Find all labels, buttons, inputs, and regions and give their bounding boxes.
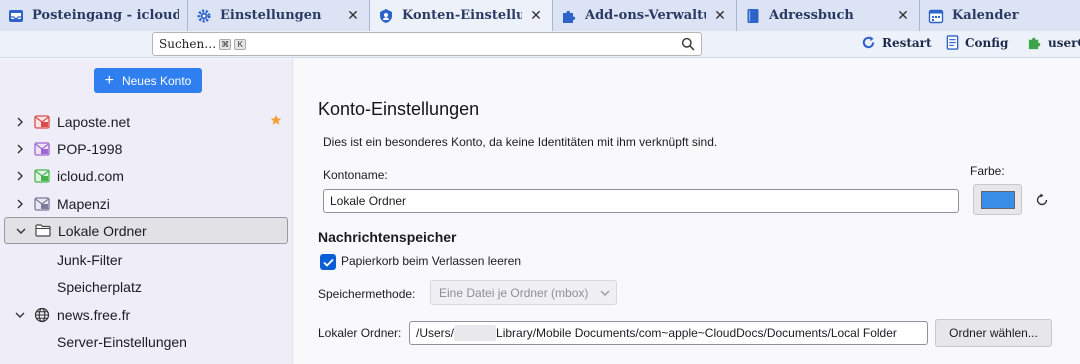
account-settings-panel: Konto-Einstellungen Dies ist ein besonde… — [294, 59, 1080, 364]
mail-account-icon — [34, 141, 50, 157]
folder-icon — [35, 223, 51, 239]
storage-method-value: Eine Datei je Ordner (mbox) — [439, 285, 589, 300]
chevron-right-icon[interactable] — [12, 114, 28, 130]
storage-method-select[interactable]: Eine Datei je Ordner (mbox) — [430, 280, 617, 305]
chevron-down-icon — [600, 287, 610, 301]
chevron-down-icon[interactable] — [13, 223, 29, 239]
choose-folder-label: Ordner wählen... — [949, 326, 1038, 340]
tab-bar: Posteingang - icloud.com Einstellungen ✕… — [0, 0, 1080, 31]
restart-label: Restart — [882, 35, 932, 50]
mail-account-icon — [34, 168, 50, 184]
inbox-icon — [8, 8, 24, 24]
new-account-label: Neues Konto — [121, 73, 192, 88]
userchrome-label: userCh — [1048, 35, 1080, 50]
restart-button[interactable]: Restart — [861, 35, 932, 50]
empty-trash-checkbox[interactable] — [320, 254, 336, 270]
account-sidebar: + Neues Konto Laposte.net POP-1998 iclou… — [0, 59, 293, 364]
search-placeholder: Suchen… — [159, 37, 217, 51]
tab-calendar[interactable]: Kalender — [920, 0, 1080, 31]
tab-label: Kalender — [952, 8, 1019, 23]
tab-addons[interactable]: Add-ons-Verwaltung ✕ — [553, 0, 737, 31]
shortcut-key: K — [234, 38, 247, 50]
account-label: Mapenzi — [57, 195, 110, 212]
account-name-field[interactable]: Lokale Ordner — [323, 189, 959, 213]
search-input[interactable]: Suchen… ⌘ K — [152, 32, 702, 56]
config-label: Config — [965, 35, 1009, 50]
account-label: Lokale Ordner — [58, 222, 147, 239]
sidebar-item-speicherplatz[interactable]: Speicherplatz — [57, 273, 142, 300]
tab-settings[interactable]: Einstellungen ✕ — [188, 0, 370, 31]
sidebar-item-server-einstellungen[interactable]: Server-Einstellungen — [57, 328, 187, 355]
account-label: Laposte.net — [57, 113, 131, 130]
account-item-lokale-ordner[interactable]: Lokale Ordner — [4, 217, 288, 244]
reset-color-icon[interactable] — [1035, 193, 1049, 210]
config-button[interactable]: Config — [946, 35, 1008, 50]
mail-account-icon — [34, 196, 50, 212]
tab-inbox[interactable]: Posteingang - icloud.com — [0, 0, 188, 31]
tab-address-book[interactable]: Adressbuch ✕ — [737, 0, 920, 31]
tab-label: Add-ons-Verwaltung — [585, 8, 706, 23]
local-folder-field[interactable]: /Users/ Library/Mobile Documents/com~app… — [409, 321, 928, 345]
tab-account-settings[interactable]: Konten-Einstellungen ✕ — [370, 0, 553, 31]
gear-icon — [196, 8, 212, 24]
chevron-down-icon[interactable] — [12, 307, 28, 323]
sidebar-item-label: Server-Einstellungen — [57, 333, 187, 350]
restart-icon — [862, 36, 875, 49]
chevron-right-icon[interactable] — [12, 141, 28, 157]
account-name-label: Kontoname: — [323, 168, 388, 182]
close-icon[interactable]: ✕ — [895, 7, 911, 23]
tab-label: Konten-Einstellungen — [402, 8, 522, 23]
local-folder-prefix: /Users/ — [416, 326, 455, 340]
close-icon[interactable]: ✕ — [712, 7, 728, 23]
storage-method-label: Speichermethode: — [318, 287, 416, 301]
plus-icon: + — [104, 71, 114, 89]
account-item-icloud[interactable]: icloud.com — [4, 162, 288, 189]
search-icon[interactable] — [681, 37, 695, 54]
page-title: Konto-Einstellungen — [318, 99, 480, 119]
sidebar-item-label: Speicherplatz — [57, 278, 142, 295]
sidebar-item-label: Junk-Filter — [57, 251, 123, 268]
local-folder-suffix: Library/Mobile Documents/com~apple~Cloud… — [496, 326, 897, 340]
section-heading-storage: Nachrichtenspeicher — [318, 229, 457, 245]
account-label: icloud.com — [57, 167, 124, 184]
account-item-news-free[interactable]: news.free.fr — [4, 301, 288, 328]
globe-icon — [34, 307, 50, 323]
chevron-right-icon[interactable] — [12, 168, 28, 184]
address-book-icon — [745, 8, 761, 24]
color-label: Farbe: — [970, 164, 1005, 178]
redacted-username — [454, 325, 497, 341]
account-settings-icon — [378, 8, 394, 24]
empty-trash-label: Papierkorb beim Verlassen leeren — [341, 254, 522, 268]
tab-label: Posteingang - icloud.com — [32, 8, 179, 23]
close-icon[interactable]: ✕ — [345, 7, 361, 23]
tab-label: Adressbuch — [769, 8, 854, 23]
star-icon[interactable] — [270, 113, 282, 129]
config-icon — [946, 35, 959, 50]
calendar-icon — [928, 8, 944, 24]
account-item-mapenzi[interactable]: Mapenzi — [4, 190, 288, 217]
account-description: Dies ist ein besonderes Konto, da keine … — [323, 135, 718, 149]
puzzle-icon — [1028, 37, 1041, 50]
mail-account-icon — [34, 114, 50, 130]
shortcut-key: ⌘ — [219, 38, 232, 50]
chevron-right-icon[interactable] — [12, 196, 28, 212]
account-name-value: Lokale Ordner — [330, 194, 407, 208]
sidebar-item-junk-filter[interactable]: Junk-Filter — [57, 246, 122, 273]
new-account-button[interactable]: + Neues Konto — [94, 68, 202, 93]
account-label: news.free.fr — [57, 306, 131, 323]
userchrome-button[interactable]: userCh — [1027, 35, 1080, 50]
account-item-pop-1998[interactable]: POP-1998 — [4, 135, 288, 162]
tab-label: Einstellungen — [220, 8, 322, 23]
local-folder-label: Lokaler Ordner: — [318, 326, 402, 340]
account-item-laposte[interactable]: Laposte.net — [4, 108, 288, 135]
account-label: POP-1998 — [57, 140, 123, 157]
close-icon[interactable]: ✕ — [528, 7, 544, 23]
toolbar: Suchen… ⌘ K Restart Config userCh — [0, 31, 1080, 58]
color-swatch — [980, 190, 1015, 209]
choose-folder-button[interactable]: Ordner wählen... — [935, 319, 1052, 347]
puzzle-icon — [561, 8, 577, 24]
color-picker-button[interactable] — [973, 184, 1022, 215]
